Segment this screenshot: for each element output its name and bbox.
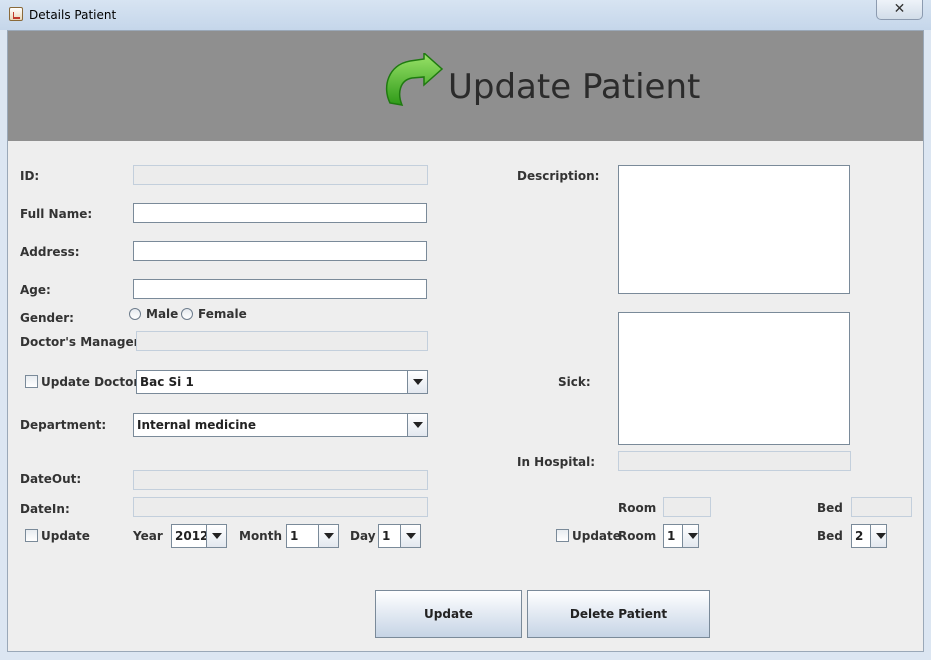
department-select-value: Internal medicine (137, 418, 256, 432)
header-banner: Update Patient (8, 31, 923, 141)
in-hospital-label: In Hospital: (517, 455, 596, 469)
month-select[interactable]: 1 (286, 524, 339, 548)
sick-label: Sick: (558, 375, 591, 389)
green-refresh-arrow-icon (385, 53, 444, 106)
chevron-down-icon[interactable] (206, 525, 226, 547)
update-button[interactable]: Update (375, 590, 522, 638)
update-room-checkbox[interactable] (556, 529, 569, 542)
bed-field (851, 497, 912, 517)
doctor-select-value: Bac Si 1 (140, 375, 194, 389)
doctor-manager-field (136, 331, 428, 351)
sick-textarea[interactable] (618, 312, 850, 445)
full-name-label: Full Name: (20, 207, 93, 221)
description-label: Description: (517, 169, 600, 183)
delete-patient-button[interactable]: Delete Patient (527, 590, 710, 638)
bed-label: Bed (817, 501, 843, 515)
update-doctor-label: Update Doctor (41, 375, 140, 389)
female-label: Female (198, 307, 247, 321)
update-room-label: Update (572, 529, 621, 543)
chevron-down-icon[interactable] (400, 525, 420, 547)
update-date-label: Update (41, 529, 90, 543)
female-radio[interactable] (181, 308, 193, 320)
chevron-down-icon[interactable] (318, 525, 338, 547)
day-select-value: 1 (382, 529, 391, 543)
page-title: Update Patient (448, 67, 701, 107)
day-select[interactable]: 1 (378, 524, 421, 548)
chevron-down-icon[interactable] (870, 525, 886, 547)
department-select[interactable]: Internal medicine (133, 413, 428, 437)
date-in-label: DateIn: (20, 502, 70, 516)
chevron-down-icon[interactable] (407, 414, 427, 436)
room-select[interactable]: 1 (663, 524, 699, 548)
male-label: Male (146, 307, 179, 321)
month-label: Month (239, 529, 283, 543)
department-label: Department: (20, 418, 107, 432)
room-update-label: Room (618, 529, 657, 543)
description-textarea[interactable] (618, 165, 850, 294)
male-radio[interactable] (129, 308, 141, 320)
title-bar: Details Patient ✕ (0, 0, 931, 30)
chevron-down-icon[interactable] (407, 371, 427, 393)
date-in-field (133, 497, 428, 517)
month-select-value: 1 (290, 529, 299, 543)
age-label: Age: (20, 283, 51, 297)
window-content: Update Patient ID: Full Name: Address: A… (7, 30, 924, 652)
full-name-field[interactable] (133, 203, 427, 223)
doctor-manager-label: Doctor's Manager: (20, 335, 145, 349)
bed-select[interactable]: 2 (851, 524, 887, 548)
date-out-field (133, 470, 428, 490)
room-label: Room (618, 501, 657, 515)
close-button[interactable]: ✕ (876, 0, 923, 20)
year-label: Year (133, 529, 163, 543)
in-hospital-field (618, 451, 851, 471)
bed-select-value: 2 (855, 529, 864, 543)
java-app-icon (9, 7, 23, 21)
room-field (663, 497, 711, 517)
chevron-down-icon[interactable] (682, 525, 698, 547)
day-label: Day (350, 529, 376, 543)
year-select-value: 2012 (175, 529, 209, 543)
date-out-label: DateOut: (20, 472, 82, 486)
window-title: Details Patient (29, 8, 117, 22)
address-label: Address: (20, 245, 80, 259)
doctor-select[interactable]: Bac Si 1 (136, 370, 428, 394)
update-doctor-checkbox[interactable] (25, 375, 38, 388)
id-label: ID: (20, 169, 40, 183)
bed-update-label: Bed (817, 529, 843, 543)
address-field[interactable] (133, 241, 427, 261)
age-field[interactable] (133, 279, 427, 299)
year-select[interactable]: 2012 (171, 524, 227, 548)
room-select-value: 1 (667, 529, 676, 543)
gender-label: Gender: (20, 311, 74, 325)
update-date-checkbox[interactable] (25, 529, 38, 542)
id-field (133, 165, 428, 185)
